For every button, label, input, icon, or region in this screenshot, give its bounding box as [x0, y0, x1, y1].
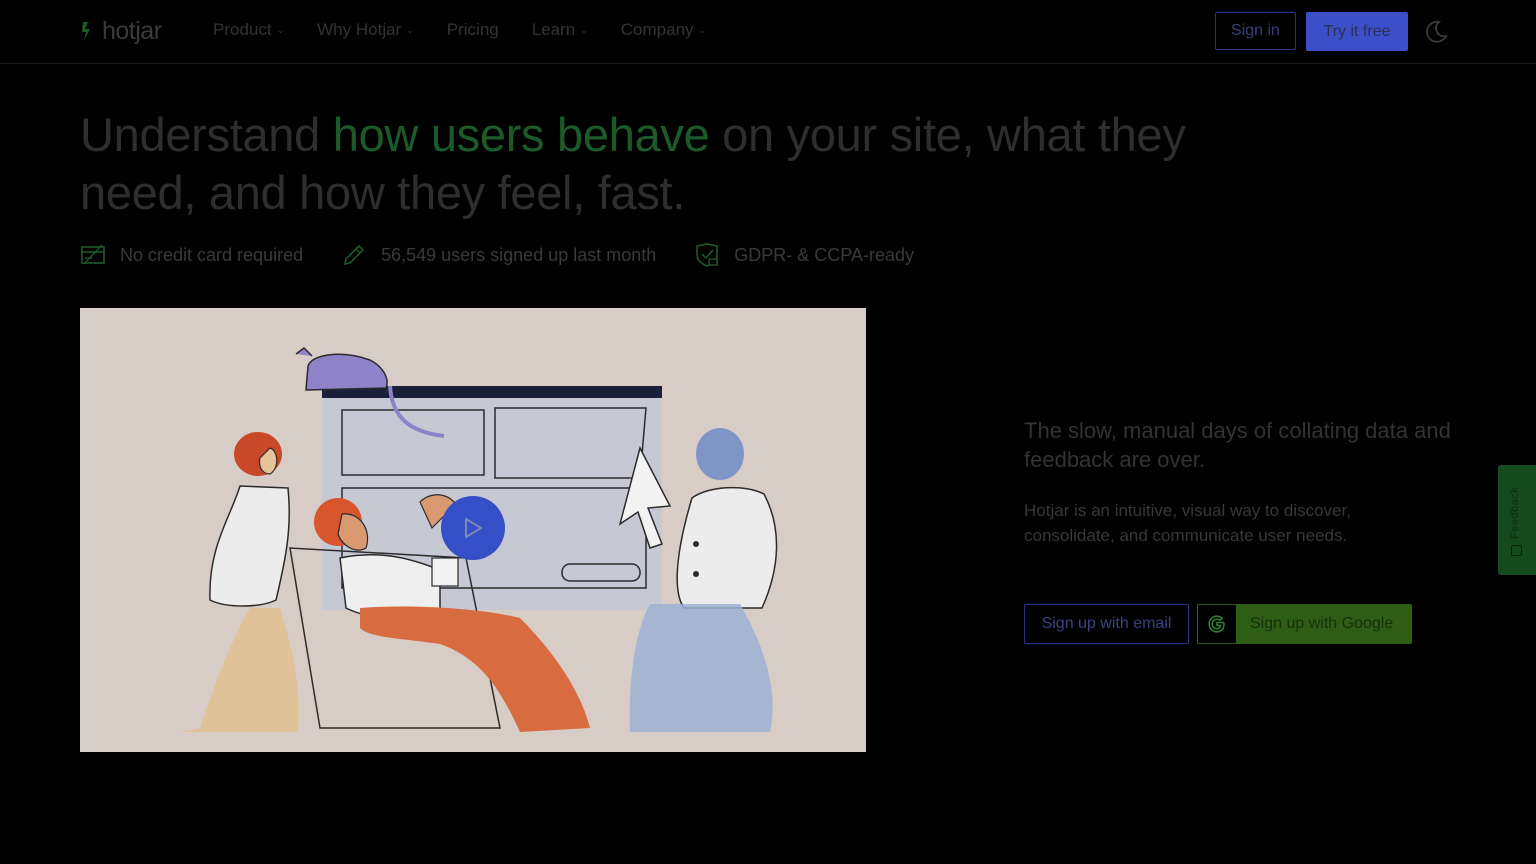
benefit-users-signed-up: 56,549 users signed up last month [341, 242, 656, 268]
benefit-gdpr: GDPR- & CCPA-ready [694, 242, 914, 268]
benefits-row: No credit card required 56,549 users sig… [80, 240, 952, 270]
play-icon [465, 517, 483, 539]
sign-up-email-button[interactable]: Sign up with email [1024, 604, 1189, 644]
moon-icon[interactable] [1423, 19, 1449, 45]
brand-name: hotjar [102, 16, 162, 45]
site-header: hotjar Product ⌄ Why Hotjar ⌄ Pricing Le… [0, 0, 1536, 64]
google-button-label: Sign up with Google [1250, 615, 1394, 632]
nav-item-label: Company [620, 20, 694, 39]
headline-accent: how users behave [332, 108, 710, 161]
play-button[interactable] [441, 496, 505, 560]
hotjar-flame-icon [82, 22, 90, 40]
sign-in-button[interactable]: Sign in [1215, 12, 1296, 50]
shield-lock-icon [696, 243, 719, 267]
nav-item-company[interactable]: Company ⌄ [621, 20, 706, 40]
nav-item-label: Why Hotjar [317, 20, 402, 39]
nav-item-label: Pricing [446, 20, 499, 39]
nav-item-why-hotjar[interactable]: Why Hotjar ⌄ [317, 20, 414, 40]
nav-item-label: Product [213, 20, 272, 39]
hero-description: Hotjar is an intuitive, visual way to di… [1024, 501, 1351, 545]
main-nav: Product ⌄ Why Hotjar ⌄ Pricing Learn ⌄ C… [213, 20, 739, 40]
headline-text: Understand [80, 108, 333, 161]
try-free-button[interactable]: Try it free [1306, 12, 1408, 51]
sign-up-google-button[interactable]: Sign up with Google [1197, 604, 1412, 644]
feedback-icon [1511, 545, 1522, 556]
benefit-no-credit-card: No credit card required [80, 242, 303, 268]
credit-card-icon [81, 244, 105, 265]
feedback-label: Feedback [1509, 486, 1521, 539]
hero-tagline: The slow, manual days of collating data … [1024, 418, 1451, 472]
chevron-down-icon: ⌄ [698, 24, 707, 35]
hero-video[interactable] [80, 308, 866, 752]
hotjar-logo[interactable]: hotjar [80, 14, 162, 48]
nav-item-pricing[interactable]: Pricing [447, 20, 499, 40]
google-icon [1208, 615, 1225, 633]
chevron-down-icon: ⌄ [276, 24, 285, 35]
nav-item-product[interactable]: Product ⌄ [213, 20, 284, 40]
chevron-down-icon: ⌄ [406, 24, 414, 35]
pencil-icon [344, 244, 365, 266]
benefit-text: No credit card required [120, 244, 304, 265]
hero-headline: Understand how users behave on your site… [80, 106, 1200, 222]
chevron-down-icon: ⌄ [580, 24, 588, 35]
feedback-tab[interactable]: Feedback [1498, 465, 1536, 575]
nav-item-learn[interactable]: Learn ⌄ [532, 20, 588, 40]
benefit-text: 56,549 users signed up last month [381, 244, 657, 265]
google-logo-box [1198, 605, 1236, 643]
nav-item-label: Learn [531, 20, 576, 39]
benefit-text: GDPR- & CCPA-ready [734, 244, 914, 265]
